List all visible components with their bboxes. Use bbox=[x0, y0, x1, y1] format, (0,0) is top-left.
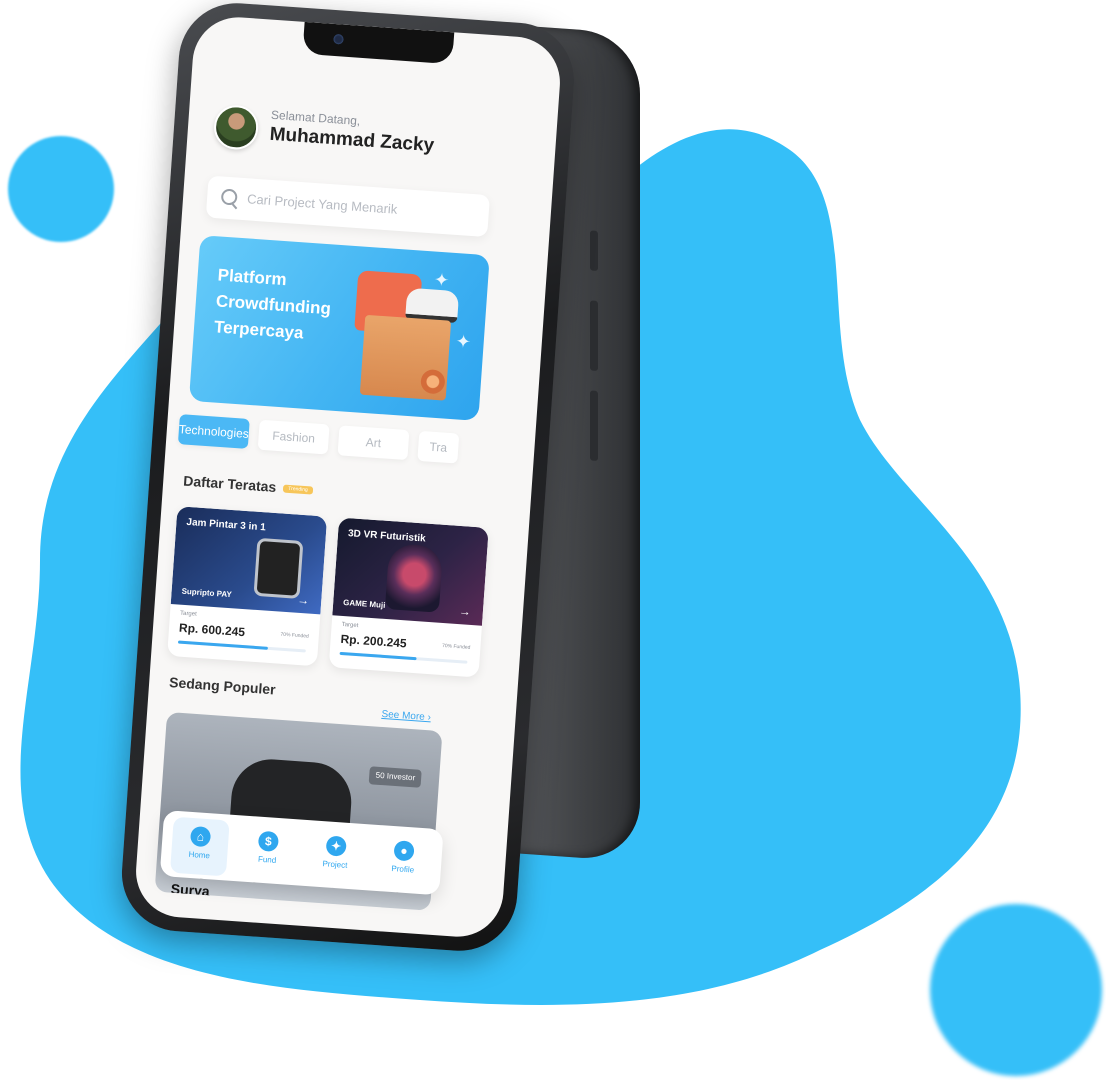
card-amount: Rp. 200.245 bbox=[340, 631, 408, 651]
dollar-icon: $ bbox=[257, 830, 280, 853]
trending-badge: Trending bbox=[282, 484, 314, 495]
promo-banner[interactable]: Platform Crowdfunding Terpercaya ✦ ✦ bbox=[188, 235, 490, 421]
nav-label: Fund bbox=[257, 854, 277, 865]
avatar[interactable] bbox=[212, 103, 260, 151]
lightbulb-icon: ✦ bbox=[325, 835, 347, 857]
arrow-right-icon[interactable]: → bbox=[297, 593, 310, 608]
nav-label: Profile bbox=[391, 863, 415, 875]
search-icon bbox=[220, 188, 238, 206]
card-funded-label: 70% Funded bbox=[280, 631, 309, 640]
tab-art[interactable]: Art bbox=[337, 425, 410, 461]
home-icon: ⌂ bbox=[189, 825, 212, 848]
section-title-popular: Sedang Populer bbox=[168, 674, 277, 698]
project-card[interactable]: 3D VR Futuristik GAME Muji → Target Rp. … bbox=[328, 517, 489, 678]
phone-front-device: Selamat Datang, Muhammad Zacky Cari Proj… bbox=[118, 0, 578, 955]
app-screen: Selamat Datang, Muhammad Zacky Cari Proj… bbox=[132, 14, 564, 940]
nav-profile[interactable]: ● Profile bbox=[373, 831, 433, 891]
progress-fill bbox=[339, 651, 417, 661]
card-amount: Rp. 600.245 bbox=[178, 620, 246, 640]
sparkle-icon: ✦ bbox=[455, 331, 472, 353]
decor-circle-right bbox=[930, 904, 1102, 1076]
user-name: Muhammad Zacky bbox=[268, 123, 435, 157]
decor-circle-left bbox=[8, 136, 114, 242]
user-icon: ● bbox=[393, 840, 415, 862]
search-input[interactable]: Cari Project Yang Menarik bbox=[205, 175, 491, 238]
tab-fashion[interactable]: Fashion bbox=[257, 419, 330, 455]
search-placeholder: Cari Project Yang Menarik bbox=[246, 191, 398, 217]
nav-home[interactable]: ⌂ Home bbox=[169, 816, 230, 877]
project-card[interactable]: Jam Pintar 3 in 1 Supripto PAY → Target … bbox=[167, 506, 328, 667]
card-funded-label: 70% Funded bbox=[441, 642, 471, 651]
phone-side-button bbox=[590, 230, 598, 272]
category-tabs: Technologies Fashion Art Tra bbox=[177, 414, 499, 472]
nav-fund[interactable]: $ Fund bbox=[238, 821, 298, 881]
section-title-top: Daftar Teratas bbox=[182, 472, 277, 495]
tab-technologies[interactable]: Technologies bbox=[177, 414, 250, 449]
progress-fill bbox=[177, 640, 268, 650]
watch-illustration bbox=[253, 537, 304, 599]
tab-travel[interactable]: Tra bbox=[417, 430, 460, 464]
card-target-label: Target bbox=[179, 610, 197, 618]
phone-volume-button bbox=[590, 300, 598, 372]
nav-label: Home bbox=[188, 849, 211, 861]
nav-label: Project bbox=[322, 859, 348, 870]
card-target-label: Target bbox=[341, 621, 359, 630]
camera-icon bbox=[333, 33, 344, 45]
progress-track bbox=[177, 640, 306, 653]
banner-text: Platform Crowdfunding Terpercaya bbox=[213, 262, 348, 349]
see-more-link[interactable]: See More › bbox=[381, 709, 431, 723]
sparkle-icon: ✦ bbox=[433, 269, 450, 291]
vr-illustration bbox=[384, 543, 444, 613]
progress-track bbox=[339, 651, 468, 664]
investor-badge: 50 Investor bbox=[369, 766, 422, 788]
arrow-right-icon[interactable]: → bbox=[458, 604, 471, 619]
nav-project[interactable]: ✦ Project bbox=[306, 826, 366, 886]
phone-volume-button bbox=[590, 390, 598, 462]
